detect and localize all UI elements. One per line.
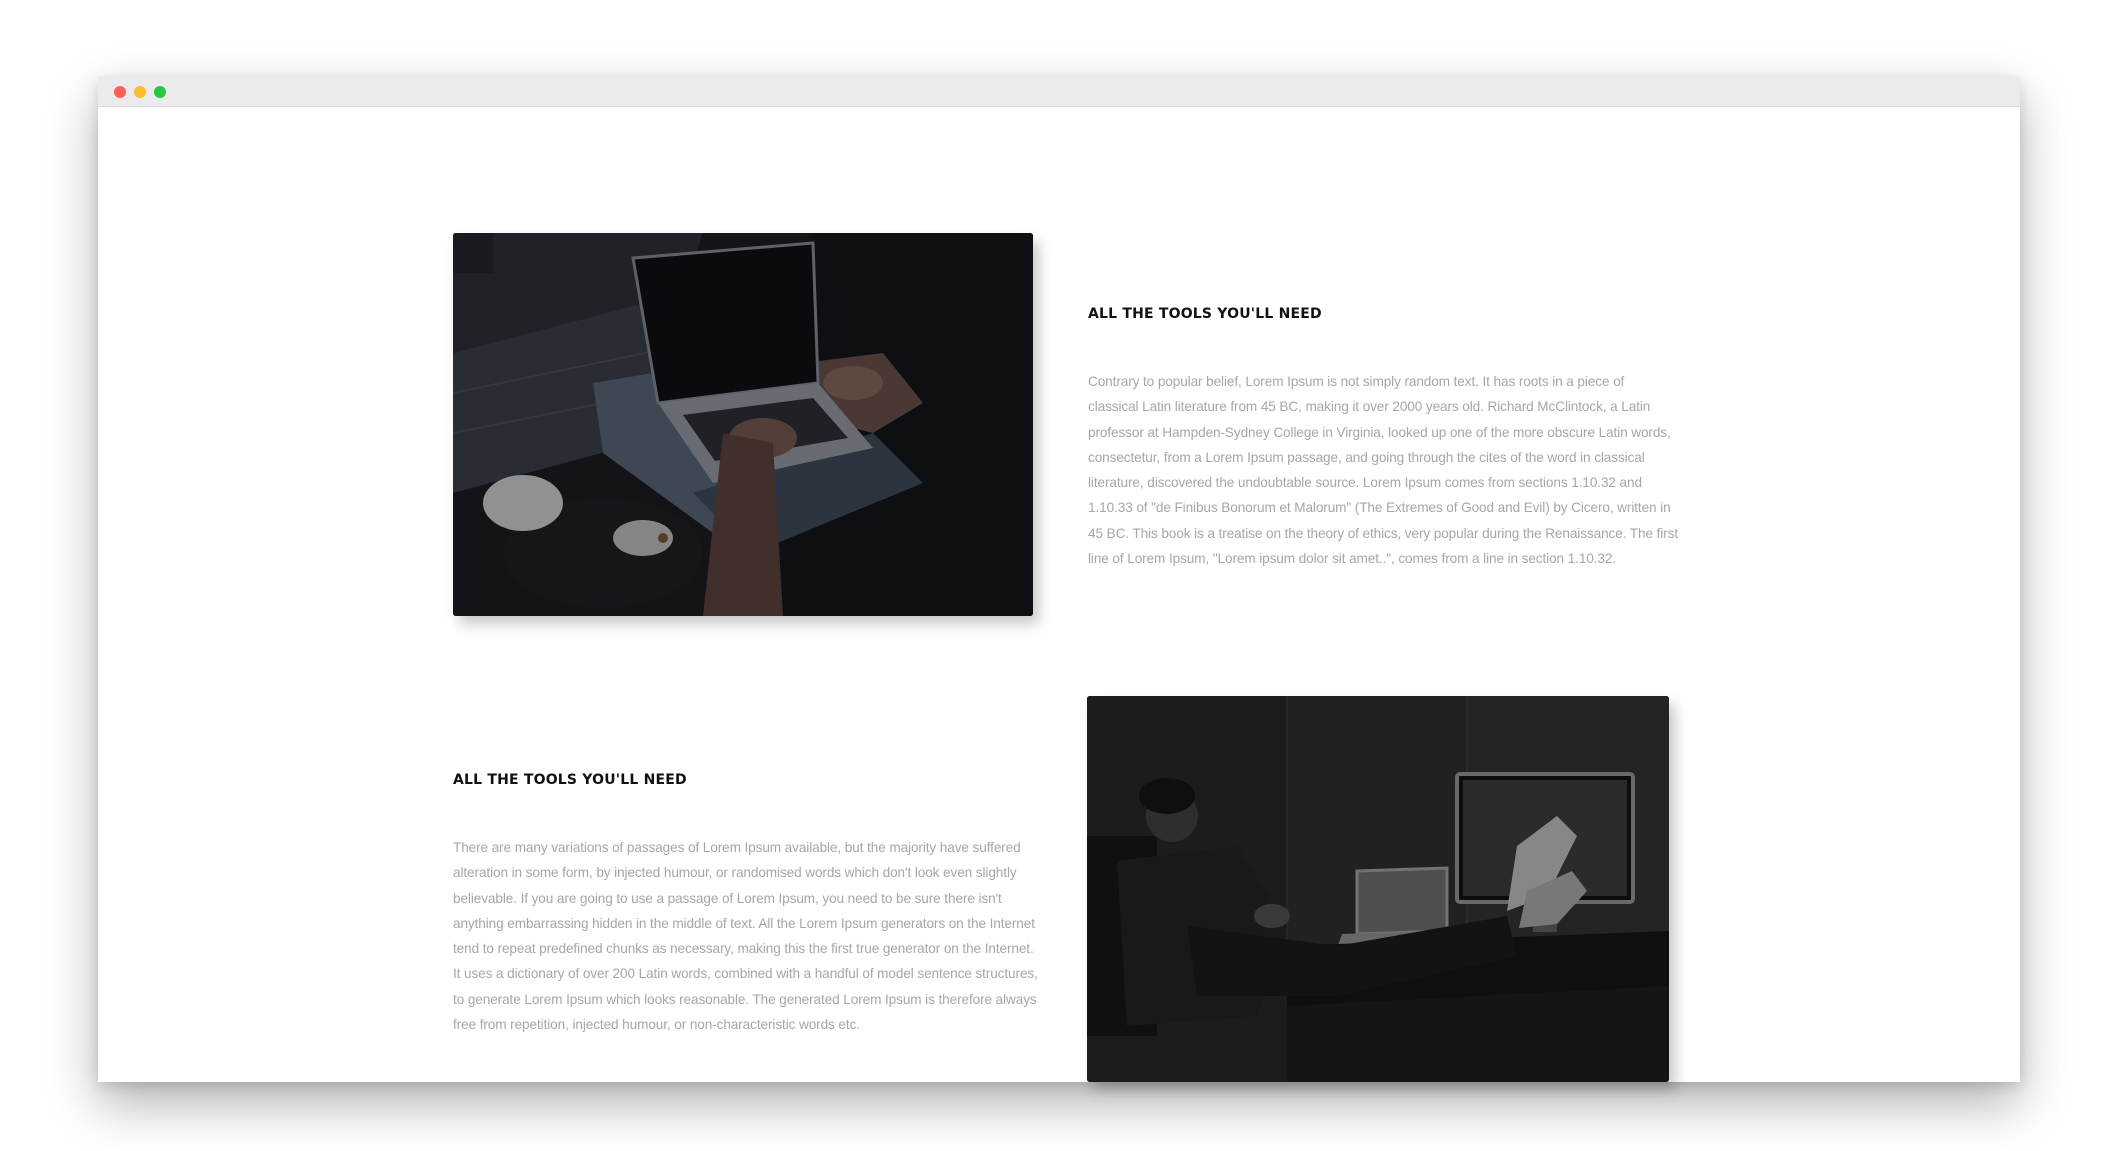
office-photo: [1087, 696, 1669, 1082]
laptop-photo: [453, 233, 1033, 616]
close-window-button[interactable]: [114, 86, 126, 98]
browser-titlebar: [98, 76, 2020, 107]
feature-heading: ALL THE TOOLS YOU'LL NEED: [1088, 306, 1322, 322]
minimize-window-button[interactable]: [134, 86, 146, 98]
browser-window: ALL THE TOOLS YOU'LL NEED Contrary to po…: [98, 76, 2020, 1082]
feature-description: There are many variations of passages of…: [453, 840, 1038, 1033]
page-content: ALL THE TOOLS YOU'LL NEED Contrary to po…: [98, 107, 2020, 1082]
maximize-window-button[interactable]: [154, 86, 166, 98]
feature-heading: ALL THE TOOLS YOU'LL NEED: [453, 772, 687, 788]
feature-description: Contrary to popular belief, Lorem Ipsum …: [1088, 374, 1679, 567]
